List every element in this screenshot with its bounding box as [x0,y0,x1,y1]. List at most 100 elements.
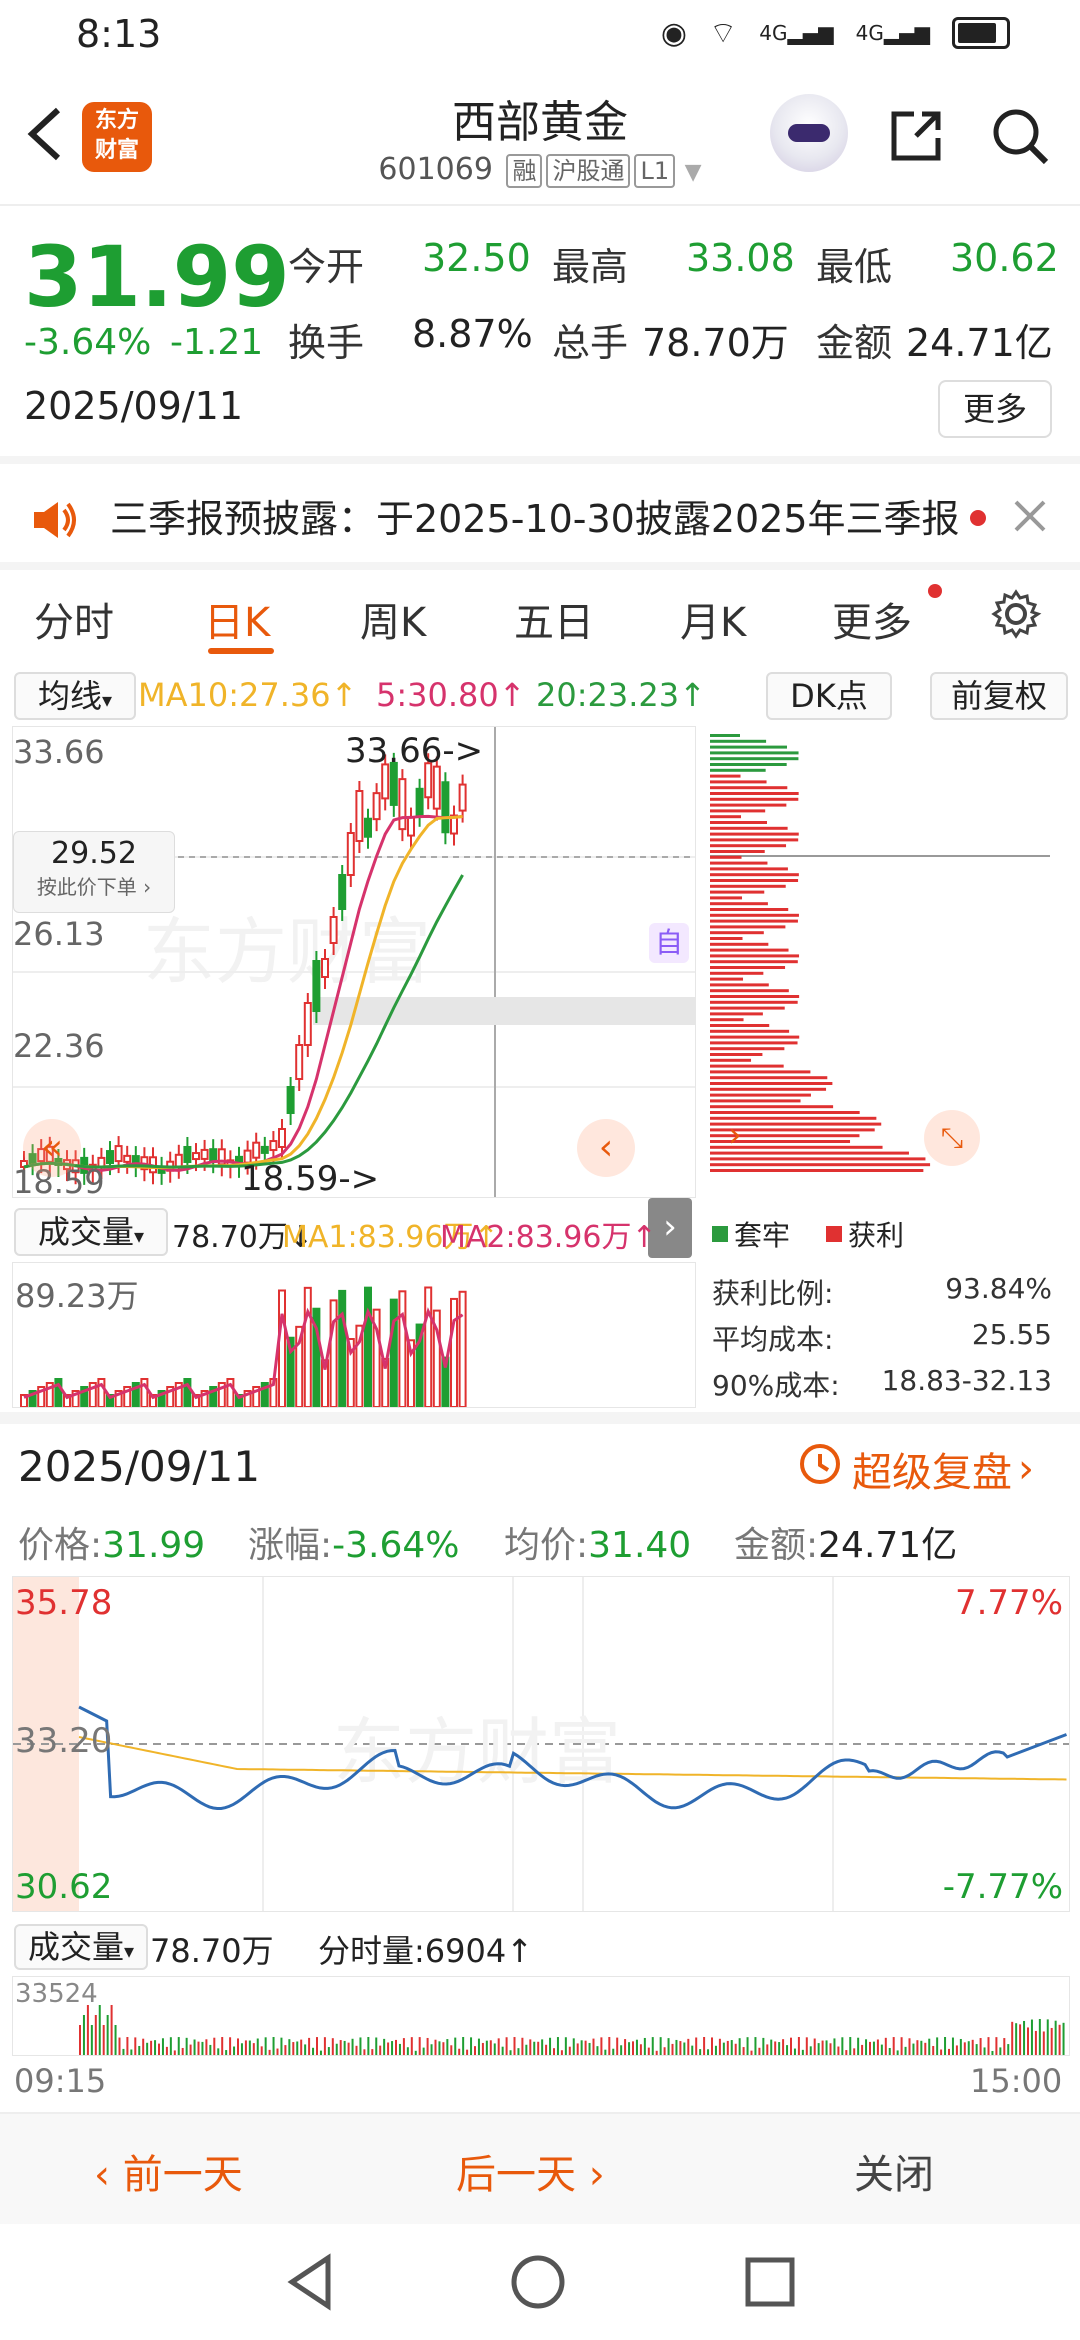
volume-max-label: 89.23万 [15,1277,139,1315]
dk-point-button[interactable]: DK点 [766,672,892,720]
chip-bar [710,832,799,836]
search-icon[interactable] [988,104,1052,168]
intraday-volume-bar [359,2037,362,2055]
chip-bar [710,809,766,813]
chip-bar [710,960,798,964]
intraday-volume-bar [651,2037,654,2055]
intraday-volume-bar [580,2040,583,2055]
intraday-volume-bar [963,2042,966,2055]
intraday-avg-info: 均价:31.40 [504,1525,692,1566]
next-day-button[interactable]: 后一天 › [456,2142,605,2200]
intraday-volume-bar [718,2038,721,2055]
close-button[interactable]: 关闭 [854,2142,934,2200]
intraday-volume-bar [158,2043,160,2055]
candle [321,958,329,978]
intraday-volume-bar [987,2037,990,2055]
intraday-volume-bar [142,2038,145,2055]
intraday-volume-bar [892,2037,895,2055]
scroll-back-icon[interactable]: ‹ [577,1119,635,1177]
intraday-volume-bar [758,2047,761,2055]
chip-bar [710,983,769,987]
chip-bar [710,751,799,755]
replay-label: 超级复盘 [852,1450,1012,1496]
intraday-volume-bar [1023,2020,1026,2055]
candle [398,778,407,831]
scroll-left-icon[interactable]: « [23,1119,81,1177]
chevron-down-icon: ▼ [684,160,702,185]
auto-badge[interactable]: 自 [649,923,689,963]
adjust-button[interactable]: 前复权 [930,672,1068,720]
status-bar: 8:13 ◉ ⌔ 4G▂▄▆ 4G▂▄▆ [0,0,1080,72]
nav-recents-icon[interactable] [742,2254,798,2314]
super-replay-link[interactable]: 超级复盘 › [796,1440,1034,1498]
intraday-y-min: 30.62 [15,1867,113,1907]
intraday-volume-bar [754,2037,757,2055]
prev-day-button[interactable]: ‹ 前一天 [94,2142,243,2200]
intraday-volume-bar [900,2037,903,2055]
intraday-volume-bar [588,2042,591,2055]
intraday-volume-bar [414,2050,417,2055]
expand-chip-icon[interactable]: › [710,1110,760,1160]
chip-bar [710,1029,790,1033]
tab-daily-k[interactable]: 日K [204,590,270,648]
settings-gear-icon[interactable] [990,588,1042,644]
intraday-volume-bar [422,2047,425,2055]
notice-bar[interactable]: 三季报预披露：于2025-10-30披露2025年三季报 [0,470,1080,570]
tab-monthly-k[interactable]: 月K [680,590,746,648]
chip-bar [710,919,798,923]
nav-home-icon[interactable] [508,2252,568,2316]
kline-chart[interactable]: 东方财富 33.66 26.13 22.36 18.59 33.66-> 18.… [12,726,696,1201]
chip-bar [710,745,787,749]
intraday-volume-bar [951,2037,954,2055]
y-label-top: 33.66 [13,733,105,771]
intraday-volume-bar [434,2039,437,2055]
nav-back-icon[interactable] [282,2252,338,2316]
intraday-chart[interactable]: 东方财富 35.78 33.20 30.62 7.77% -7.77% [12,1576,1070,1912]
assistant-avatar-icon[interactable] [770,94,848,172]
share-icon[interactable] [886,106,946,166]
more-quote-button[interactable]: 更多 [938,380,1052,438]
intraday-volume-bar [928,2038,931,2055]
chip-bar [710,1163,931,1167]
intraday-volume-bar [319,2050,322,2055]
intraday-volume-bar [924,2042,927,2055]
candle [114,1145,123,1163]
tab-more[interactable]: 更多 [832,590,912,648]
ma5-value: 5:30.80↑ [376,676,526,714]
tab-intraday[interactable]: 分时 [34,590,114,648]
intraday-volume-bar [517,2048,520,2055]
open-value: 32.50 [422,236,531,280]
candle [441,781,450,834]
intraday-volume-chart[interactable]: 33524 [12,1976,1070,2056]
volume-select[interactable]: 成交量▾ [14,1208,168,1256]
volume-chart[interactable]: 89.23万 [12,1262,696,1409]
intraday-volume-bar [995,2037,998,2055]
cost90-value: 18.83-32.13 [881,1364,1052,1397]
intraday-volume-bar [742,2047,745,2055]
close-icon[interactable] [1010,496,1050,540]
intraday-volume-bar [1034,2030,1037,2055]
intraday-volume-bar [663,2047,666,2055]
intraday-volume-bar [632,2041,634,2055]
intraday-volume-select[interactable]: 成交量▾ [14,1924,148,1970]
chip-bar [710,838,799,842]
intraday-volume-bar [549,2037,552,2055]
intraday-volume-bar [387,2042,390,2055]
candle [286,1086,295,1114]
intraday-volume-bar [679,2041,682,2055]
order-at-price-tag[interactable]: 29.52 按此价下单 › [13,831,175,913]
volume-bar [450,1297,458,1408]
intraday-volume-bar [1054,2020,1057,2055]
intraday-volume-bar [489,2040,492,2055]
chip-bar [710,797,799,801]
chevron-right-icon: › [1018,1446,1034,1492]
chip-bar [710,879,799,882]
chip-bar [710,1105,834,1109]
tab-weekly-k[interactable]: 周K [360,590,426,648]
intraday-pct-min: -7.77% [942,1867,1063,1907]
tab-five-day[interactable]: 五日 [514,590,594,648]
intraday-volume-bar [308,2037,311,2055]
expand-icon[interactable]: ⤡ [924,1110,980,1166]
ma-select[interactable]: 均线▾ [14,672,136,720]
intraday-volume-bar [268,2049,271,2055]
